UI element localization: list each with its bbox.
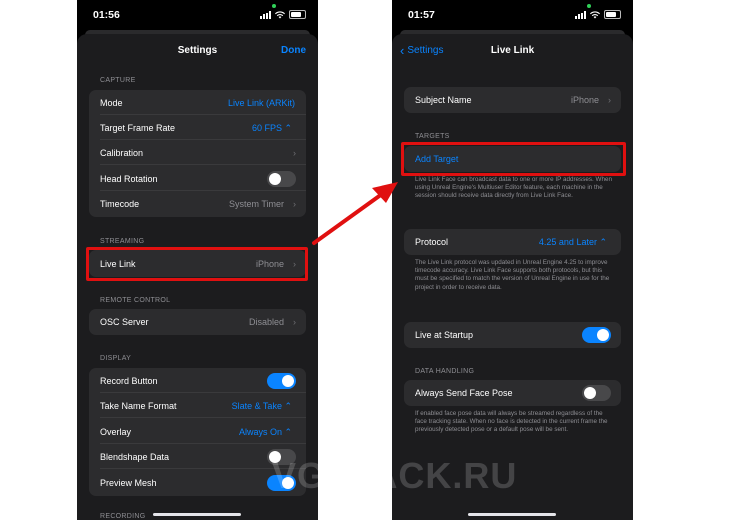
signal-icon: [575, 10, 586, 19]
watermark: VGTPACK.RU: [272, 455, 518, 496]
chevron-right-icon: ›: [608, 95, 611, 105]
row-overlay[interactable]: Overlay Always On ⌃: [89, 419, 306, 444]
home-indicator[interactable]: [153, 513, 241, 516]
protocol-card: Protocol 4.25 and Later ⌃: [404, 229, 621, 255]
status-bar: 01:57: [392, 0, 633, 30]
chevron-right-icon: ›: [293, 199, 296, 209]
status-time: 01:56: [93, 9, 120, 21]
section-header-capture: CAPTURE: [100, 77, 136, 84]
row-calibration[interactable]: Calibration ›: [89, 140, 306, 165]
head-rotation-toggle[interactable]: [267, 171, 296, 187]
page-title: Live Link: [490, 45, 535, 56]
wifi-icon: [590, 10, 600, 18]
row-take-name-format[interactable]: Take Name Format Slate & Take ⌃: [89, 393, 306, 418]
section-header-data-handling: DATA HANDLING: [415, 368, 475, 375]
face-pose-footnote: If enabled face pose data will always be…: [415, 410, 608, 434]
always-send-face-pose-toggle[interactable]: [582, 385, 611, 401]
section-header-display: DISPLAY: [100, 355, 132, 362]
row-mode[interactable]: Mode Live Link (ARKit): [89, 90, 306, 115]
remote-control-card: OSC Server Disabled ›: [89, 309, 306, 335]
row-timecode[interactable]: Timecode System Timer ›: [89, 191, 306, 216]
row-protocol[interactable]: Protocol 4.25 and Later ⌃: [404, 229, 621, 254]
highlight-live-link: [86, 247, 308, 281]
row-live-at-startup: Live at Startup: [404, 322, 621, 347]
section-header-targets: TARGETS: [415, 133, 450, 140]
wifi-icon: [275, 10, 285, 18]
camera-indicator-icon: [587, 4, 591, 8]
live-at-startup-toggle[interactable]: [582, 327, 611, 343]
row-osc-server[interactable]: OSC Server Disabled ›: [89, 309, 306, 334]
data-handling-card: Always Send Face Pose: [404, 380, 621, 406]
status-time: 01:57: [408, 9, 435, 21]
battery-icon: [289, 10, 306, 19]
camera-indicator-icon: [272, 4, 276, 8]
row-record-button: Record Button: [89, 368, 306, 393]
section-header-recording: RECORDING: [100, 513, 146, 520]
startup-card: Live at Startup: [404, 322, 621, 348]
done-button[interactable]: Done: [281, 45, 306, 56]
chevron-right-icon: ›: [293, 317, 296, 327]
status-bar: 01:56: [77, 0, 318, 30]
signal-icon: [260, 10, 271, 19]
row-always-send-face-pose: Always Send Face Pose: [404, 380, 621, 405]
section-header-remote-control: REMOTE CONTROL: [100, 297, 171, 304]
targets-footnote: Live Link Face can broadcast data to one…: [415, 176, 612, 200]
row-target-frame-rate[interactable]: Target Frame Rate 60 FPS ⌃: [89, 115, 306, 140]
subject-card: Subject Name iPhone ›: [404, 87, 621, 113]
section-header-streaming: STREAMING: [100, 238, 145, 245]
battery-icon: [604, 10, 621, 19]
capture-card: Mode Live Link (ARKit) Target Frame Rate…: [89, 90, 306, 217]
row-subject-name[interactable]: Subject Name iPhone ›: [404, 87, 621, 112]
record-button-toggle[interactable]: [267, 373, 296, 389]
live-link-screen: 01:57 ‹ Settings Live Link Subject Name …: [392, 0, 633, 520]
chevron-right-icon: ›: [293, 148, 296, 158]
row-head-rotation: Head Rotation: [89, 166, 306, 191]
home-indicator[interactable]: [468, 513, 556, 516]
highlight-add-target: [401, 142, 626, 176]
protocol-footnote: The Live Link protocol was updated in Un…: [415, 259, 610, 291]
